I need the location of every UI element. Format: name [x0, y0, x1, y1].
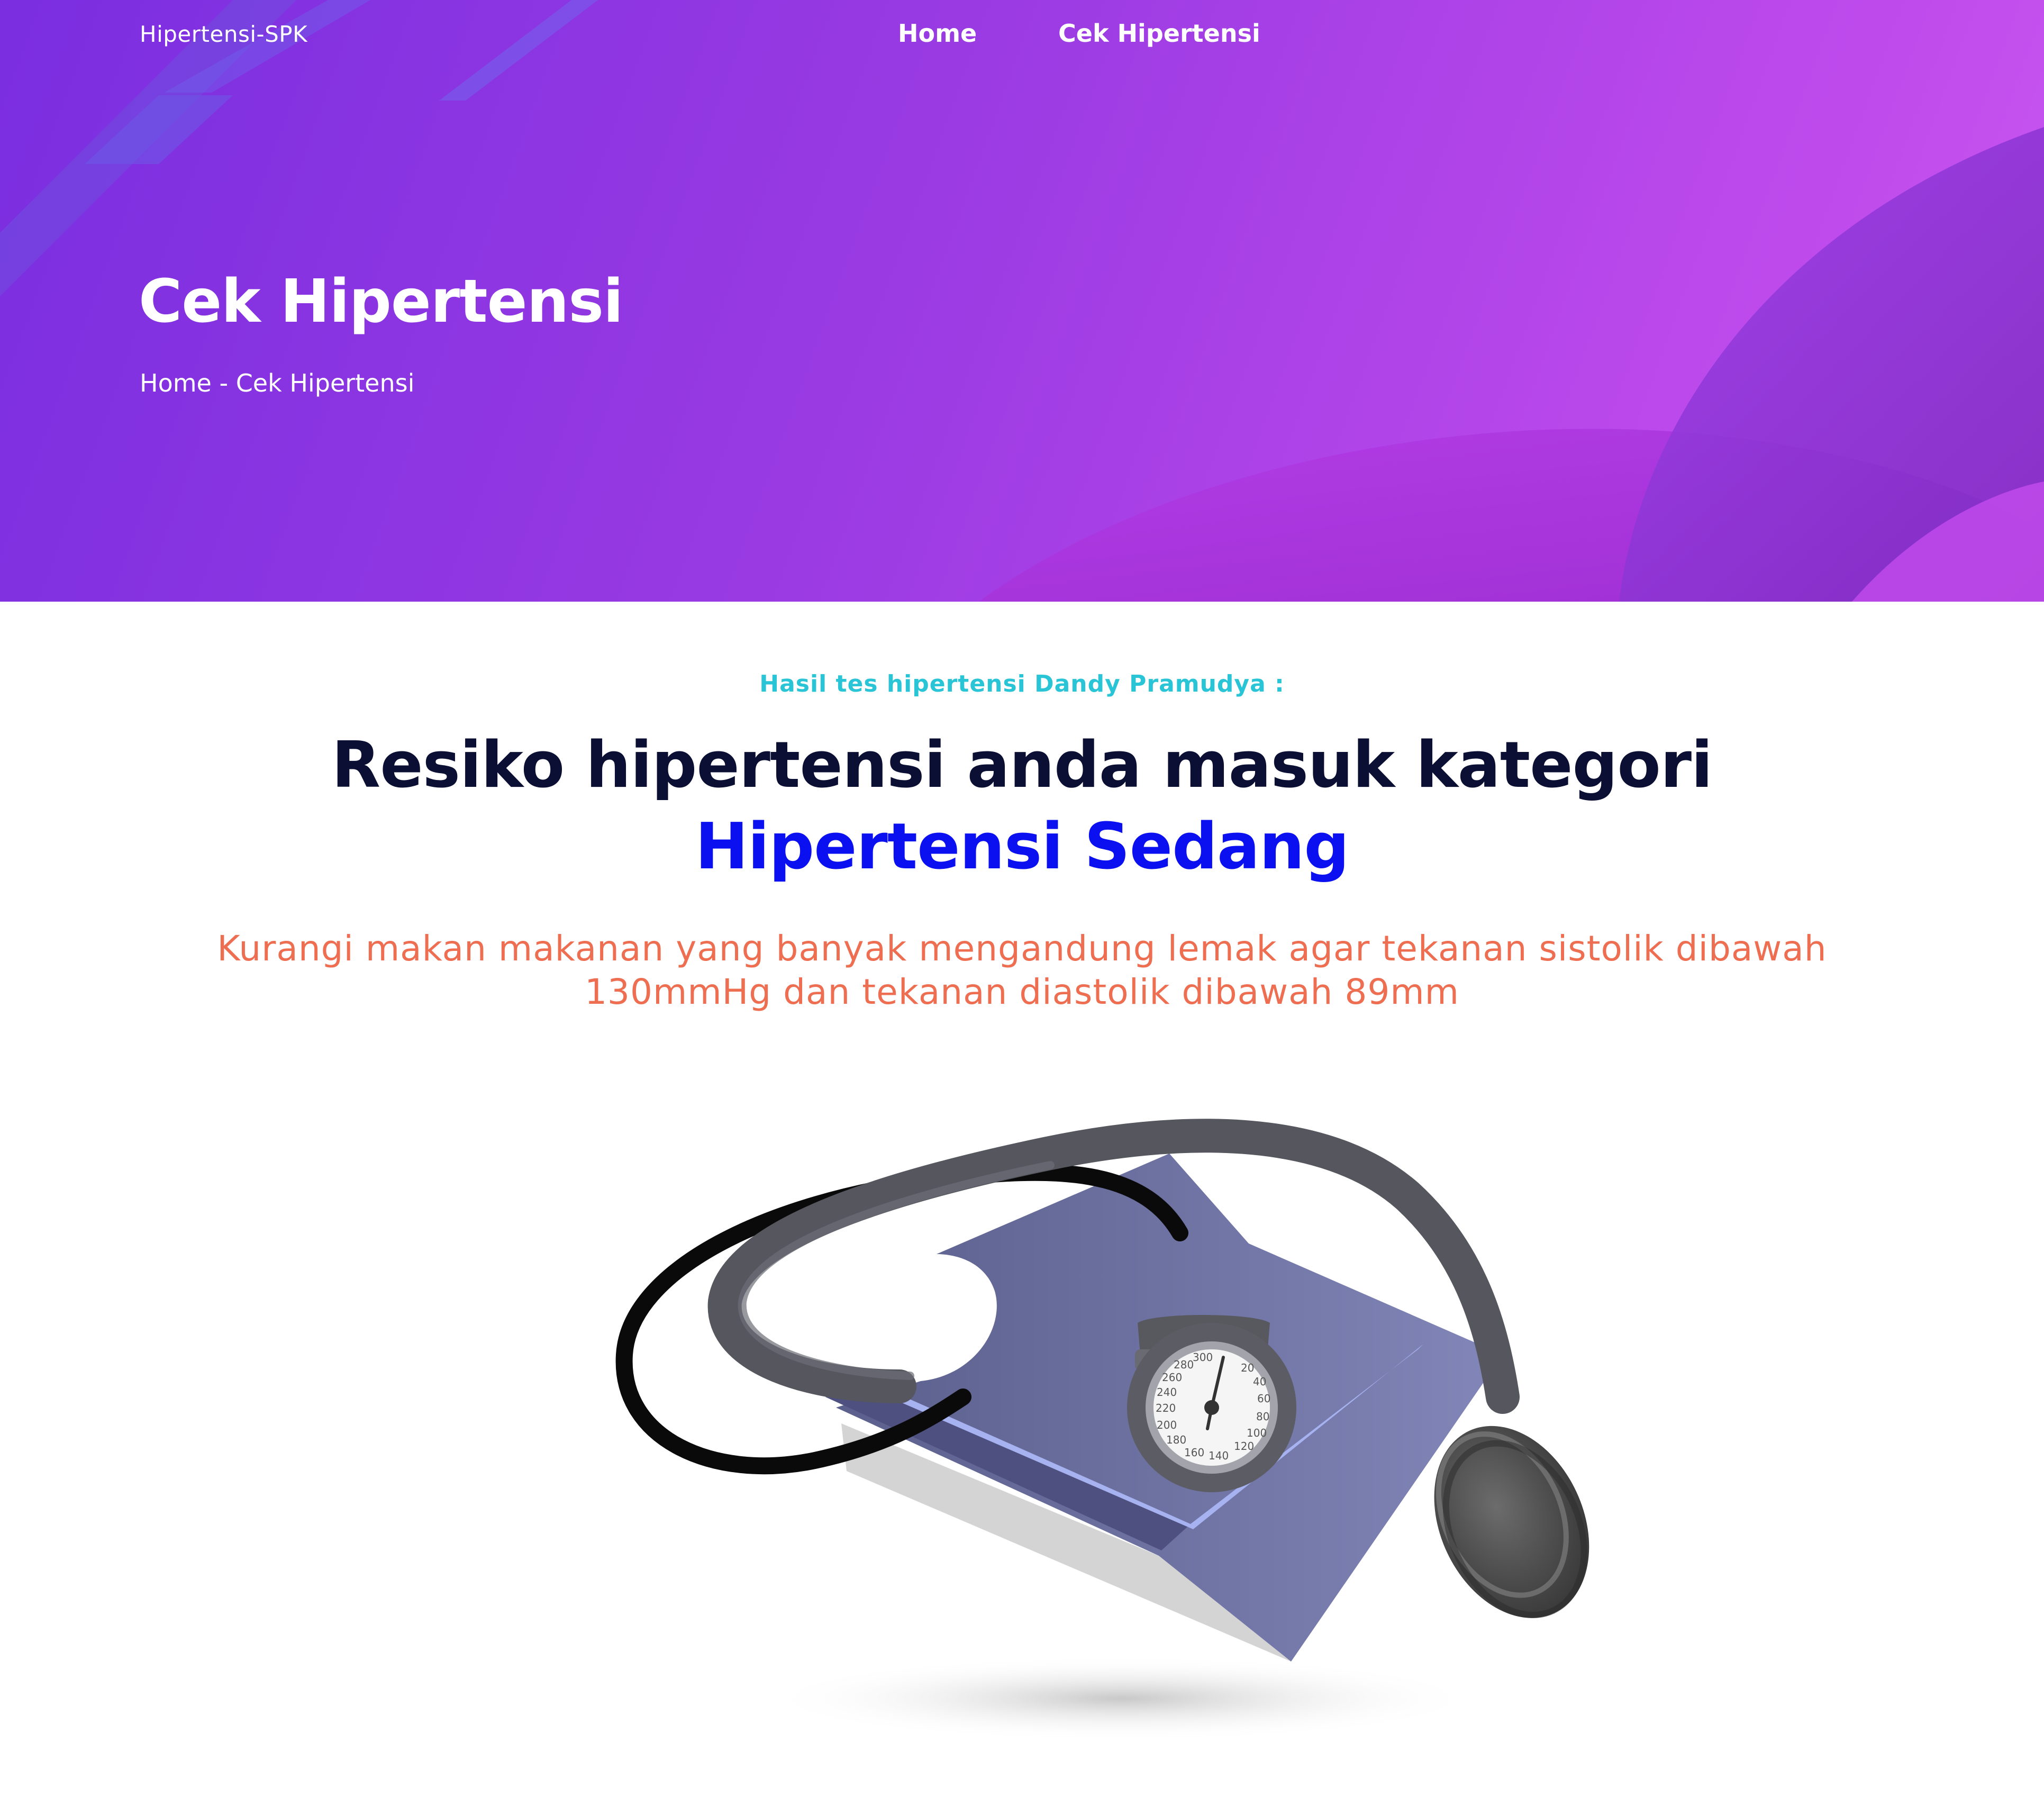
gauge-tick-20: 20 [1241, 1362, 1254, 1374]
advice-text: Kurangi makan makanan yang banyak mengan… [217, 928, 1827, 1012]
nav-link-cek-hipertensi[interactable]: Cek Hipertensi [1058, 19, 1260, 48]
gauge-tick-240: 240 [1157, 1386, 1177, 1399]
breadcrumb: Home - Cek Hipertensi [140, 369, 414, 397]
gauge-tick-60: 60 [1257, 1392, 1270, 1405]
gauge-tick-220: 220 [1156, 1402, 1176, 1414]
gauge-tick-180: 180 [1166, 1433, 1186, 1446]
gauge-tick-260: 260 [1162, 1371, 1182, 1384]
gauge-tick-160: 160 [1184, 1446, 1204, 1459]
gauge-tick-140: 140 [1209, 1449, 1229, 1462]
gauge-tick-300: 300 [1193, 1351, 1213, 1364]
gauge-tick-80: 80 [1256, 1410, 1269, 1423]
brand-logo[interactable]: Hipertensi-SPK [140, 21, 307, 47]
blood-pressure-monitor-icon: 20 40 60 80 100 120 140 160 180 200 220 … [615, 1119, 1589, 1741]
result-headline: Resiko hipertensi anda masuk kategori Hi… [159, 725, 1885, 888]
breadcrumb-separator: - [211, 369, 236, 397]
illustration-shadow [762, 1656, 1482, 1741]
gauge-tick-120: 120 [1234, 1440, 1254, 1453]
gauge-tick-280: 280 [1174, 1358, 1194, 1371]
breadcrumb-current: Cek Hipertensi [235, 369, 415, 397]
result-headline-text: Resiko hipertensi anda masuk kategori [331, 729, 1713, 802]
risk-category: Hipertensi Sedang [695, 810, 1350, 884]
breadcrumb-home[interactable]: Home [140, 369, 212, 397]
gauge-tick-40: 40 [1253, 1375, 1266, 1388]
result-subtitle: Hasil tes hipertensi Dandy Pramudya : [759, 670, 1285, 697]
nav-link-home[interactable]: Home [898, 19, 977, 48]
gauge-tick-100: 100 [1247, 1427, 1267, 1439]
gauge-tick-200: 200 [1157, 1419, 1177, 1431]
hero-banner: Hipertensi-SPK Home Cek Hipertensi Cek H… [0, 0, 2044, 602]
page-title: Cek Hipertensi [139, 267, 623, 336]
